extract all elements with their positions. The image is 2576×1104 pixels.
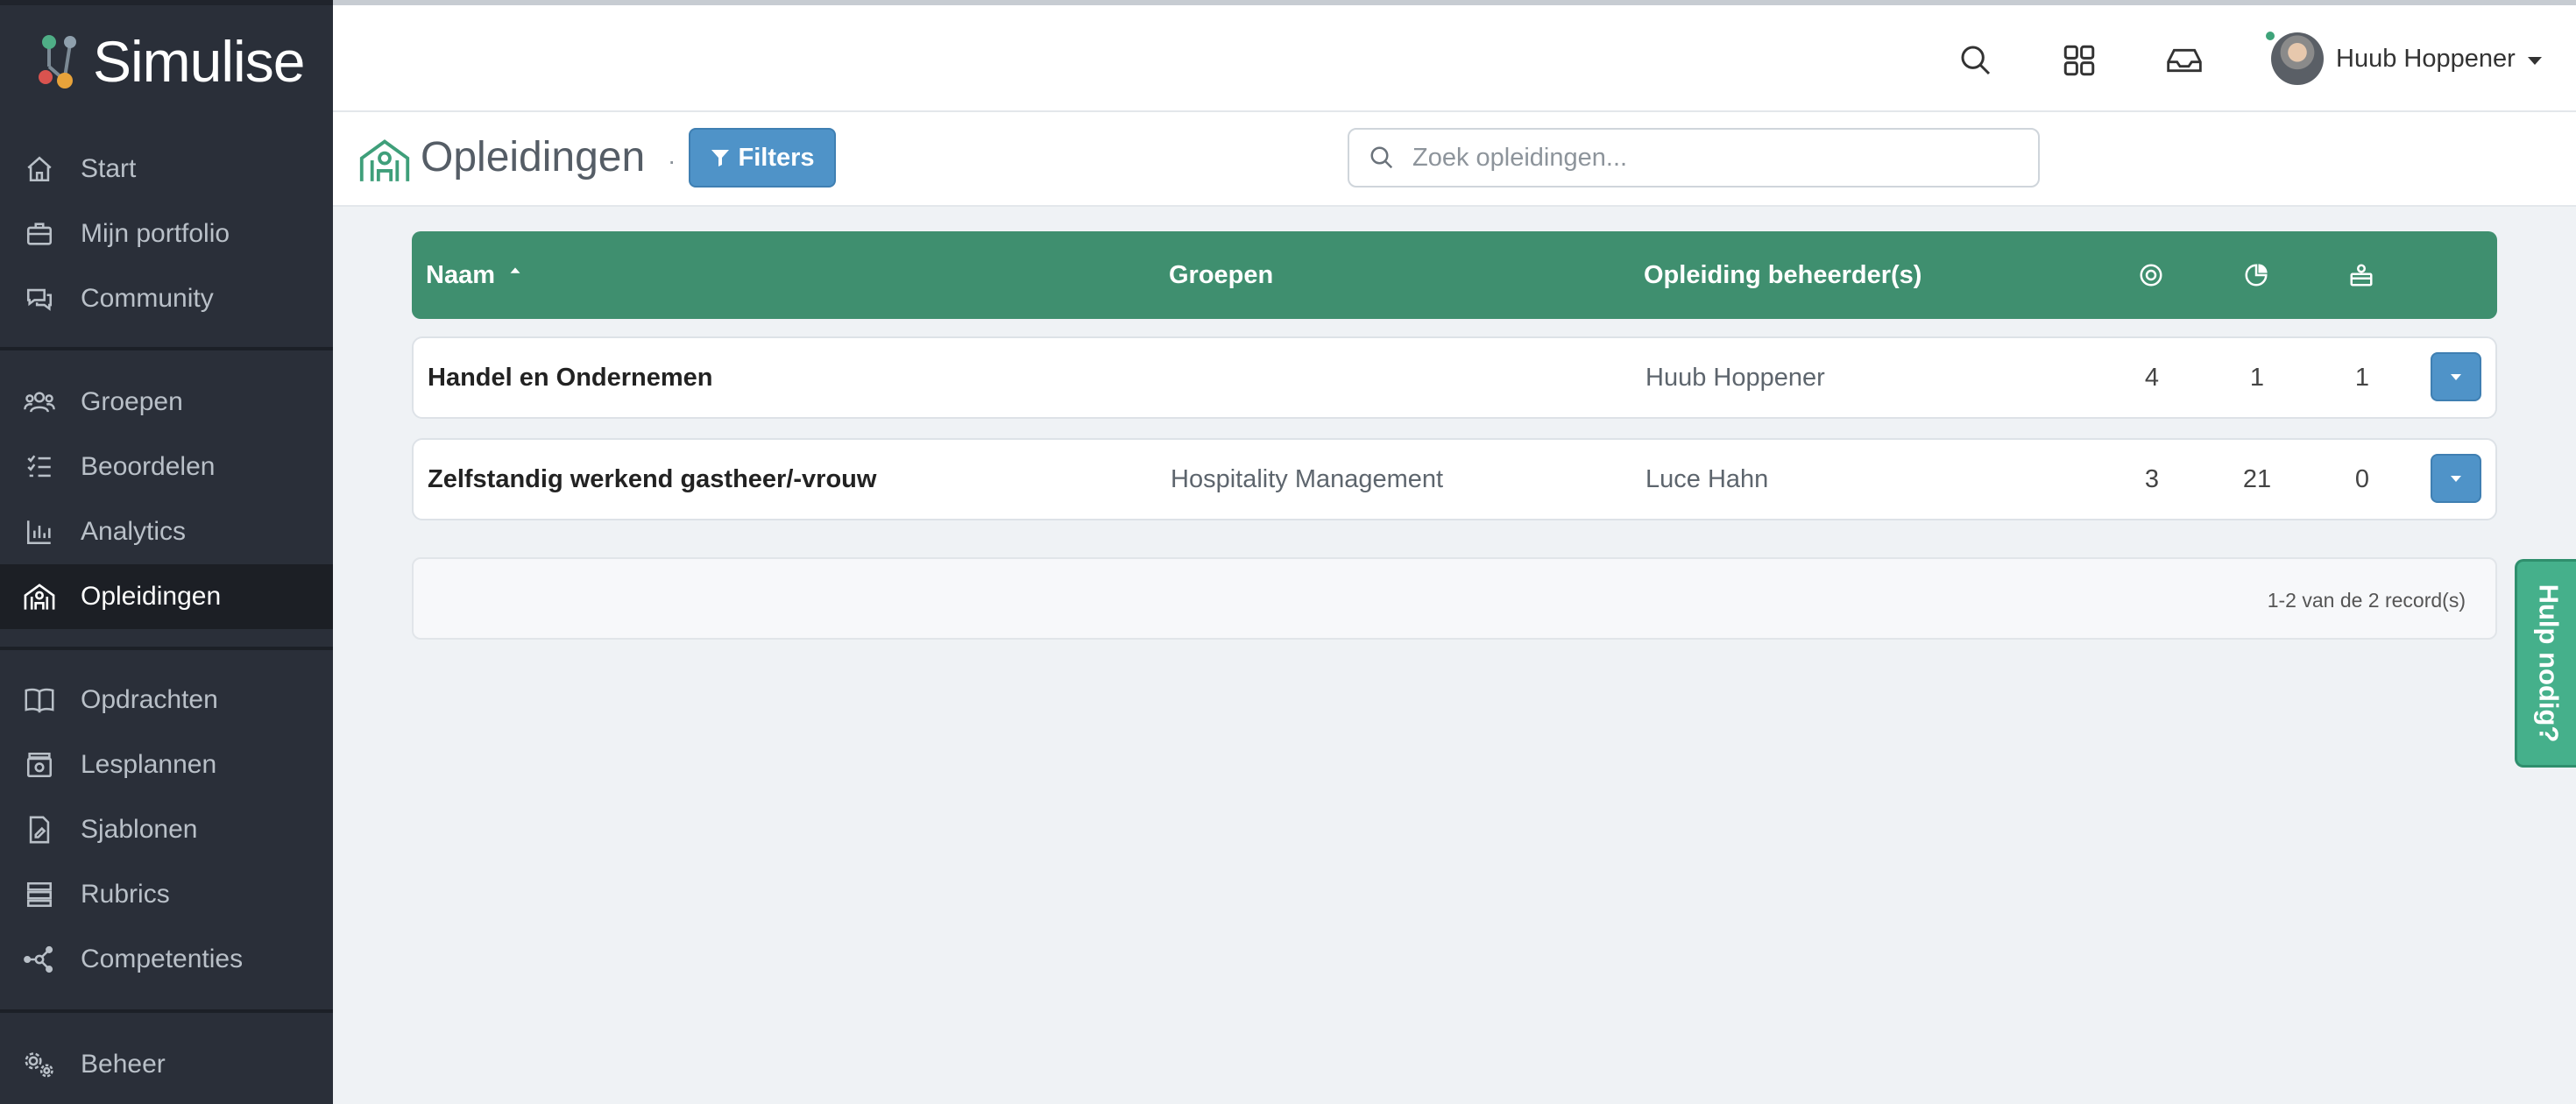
sort-asc-icon [510,267,520,273]
sidebar-item-label: Lesplannen [81,750,217,779]
user-name: Huub Hoppener [2336,44,2516,73]
sidebar-item-label: Beoordelen [81,452,216,481]
cell-beheerder: Huub Hoppener [1645,363,1825,392]
chevron-down-icon [2527,56,2542,65]
top-header: Huub Hoppener [333,5,2576,112]
cell-groepen: Hospitality Management [1171,464,1444,493]
sidebar-item-beoordelen[interactable]: Beoordelen [0,435,333,499]
sidebar: Simulise Start Mijn portfolio Community … [0,0,333,1104]
sidebar-item-label: Groepen [81,387,183,416]
sidebar-item-label: Beheer [81,1050,166,1079]
sidebar-item-opleidingen[interactable]: Opleidingen [0,564,333,629]
users-icon [23,386,56,419]
help-label: Hulp nodig? [2533,584,2565,743]
user-box-icon[interactable] [2348,231,2374,319]
sidebar-item-start[interactable]: Start [0,137,333,202]
sidebar-item-label: Opdrachten [81,685,218,714]
search-input[interactable] [1412,143,2008,173]
records-count: 1-2 van de 2 record(s) [2267,589,2466,612]
sidebar-item-rubrics[interactable]: Rubrics [0,862,333,927]
cell-count-2: 1 [2249,363,2265,392]
checklist-icon [23,450,56,484]
sidebar-item-label: Mijn portfolio [81,219,230,248]
sidebar-item-analytics[interactable]: Analytics [0,499,333,564]
sidebar-item-sjablonen[interactable]: Sjablonen [0,797,333,862]
column-header-naam[interactable]: Naam [426,231,525,319]
logo[interactable]: Simulise [35,26,305,96]
column-header-beheerders[interactable]: Opleiding beheerder(s) [1644,231,1921,319]
table-row[interactable]: Zelfstandig werkend gastheer/-vrouw Hosp… [412,438,2497,520]
column-label: Groepen [1169,260,1274,289]
app-name: Simulise [93,29,305,94]
column-label: Naam [426,260,495,289]
school-icon [359,139,410,181]
sidebar-item-label: Opleidingen [81,582,222,611]
sidebar-item-label: Community [81,284,214,313]
sidebar-item-groepen[interactable]: Groepen [0,370,333,435]
table-footer: 1-2 van de 2 record(s) [412,557,2497,640]
sidebar-item-label: Competenties [81,945,244,973]
user-menu[interactable]: Huub Hoppener [2271,30,2542,88]
search-icon [1370,146,1393,169]
cell-count-1: 3 [2144,464,2160,493]
avatar [2271,32,2324,85]
sidebar-top-strip [0,0,333,5]
sidebar-item-label: Rubrics [81,880,170,909]
cell-naam: Handel en Ondernemen [428,363,713,392]
filters-label: Filters [738,143,815,172]
filter-icon [711,150,730,166]
cell-naam: Zelfstandig werkend gastheer/-vrouw [428,464,877,493]
caret-down-icon [2451,373,2461,380]
row-actions-button[interactable] [2431,352,2481,401]
page-toolbar: Opleidingen · Filters [333,112,2576,207]
filters-button[interactable]: Filters [689,128,836,188]
title-separator: · [668,147,676,174]
sidebar-item-competenties[interactable]: Competenties [0,927,333,992]
column-label: Opleiding beheerder(s) [1644,260,1922,289]
sidebar-item-label: Sjablonen [81,815,198,844]
gears-icon [23,1048,56,1081]
sidebar-item-opdrachten[interactable]: Opdrachten [0,668,333,732]
table-header: Naam Groepen Opleiding beheerder(s) [412,231,2497,319]
chat-icon [23,282,56,315]
table-row[interactable]: Handel en Ondernemen Huub Hoppener 4 1 1 [412,336,2497,419]
school-icon [23,580,56,613]
sidebar-item-label: Analytics [81,517,187,546]
nav-divider [0,1009,333,1013]
sidebar-item-lesplannen[interactable]: Lesplannen [0,732,333,797]
sidebar-item-label: Start [81,154,137,183]
nav-divider [0,647,333,650]
pie-chart-icon[interactable] [2243,231,2269,319]
nav-divider [0,347,333,350]
cell-count-1: 4 [2144,363,2160,392]
search-icon[interactable] [1956,40,1996,81]
network-icon [23,943,56,976]
sidebar-item-mijn-portfolio[interactable]: Mijn portfolio [0,202,333,266]
cell-count-3: 0 [2354,464,2370,493]
inbox-icon[interactable] [2164,40,2204,81]
cell-beheerder: Luce Hahn [1645,464,1769,493]
page-title: Opleidingen [421,134,646,180]
document-icon [23,813,56,846]
simulise-logo-icon [39,35,76,88]
target-icon[interactable] [2138,231,2164,319]
archive-icon [23,748,56,782]
column-header-groepen[interactable]: Groepen [1169,231,1273,319]
help-button[interactable]: Hulp nodig? [2515,559,2576,768]
search-box[interactable] [1348,128,2040,188]
apps-grid-icon[interactable] [2059,40,2099,81]
home-icon [23,152,56,186]
sidebar-item-beheer[interactable]: Beheer [0,1032,333,1097]
caret-down-icon [2451,475,2461,482]
sidebar-item-community[interactable]: Community [0,266,333,331]
rubric-icon [23,878,56,911]
book-icon [23,683,56,717]
cell-count-2: 21 [2242,464,2272,493]
briefcase-icon [23,217,56,251]
row-actions-button[interactable] [2431,454,2481,503]
cell-count-3: 1 [2354,363,2370,392]
bar-chart-icon [23,515,56,548]
